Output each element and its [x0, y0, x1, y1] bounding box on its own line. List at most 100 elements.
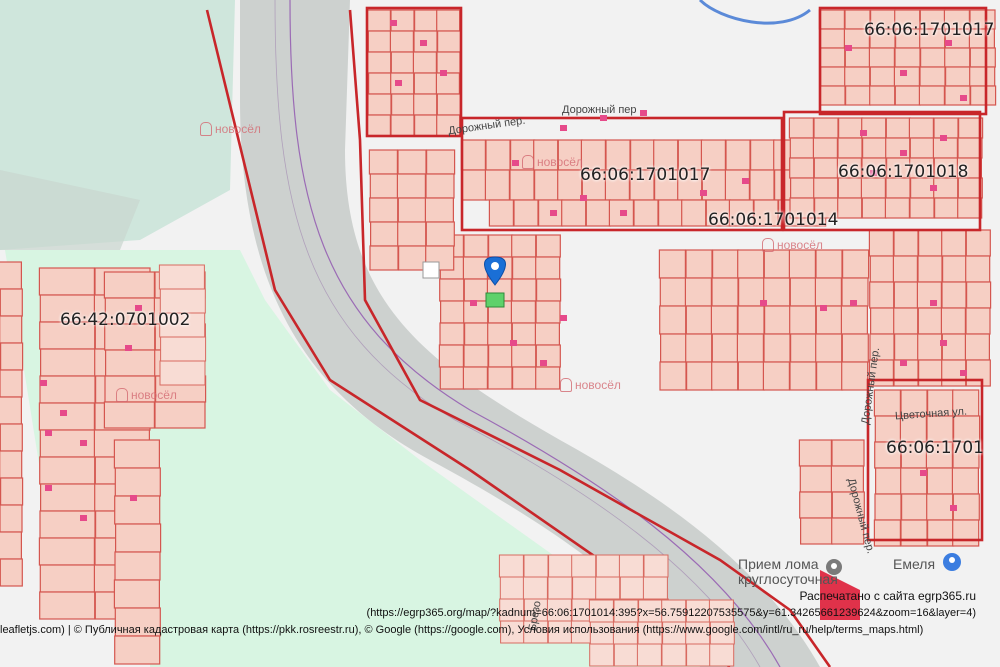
parcel[interactable] — [39, 591, 96, 620]
parcel[interactable] — [618, 554, 644, 578]
parcel[interactable] — [414, 114, 439, 137]
parcel[interactable] — [789, 333, 818, 363]
parcel[interactable] — [436, 93, 461, 116]
parcel[interactable] — [485, 139, 511, 171]
parcel[interactable] — [819, 66, 847, 87]
parcel[interactable] — [413, 72, 438, 95]
parcel[interactable] — [818, 9, 846, 30]
parcel[interactable] — [944, 47, 971, 68]
parcel[interactable] — [788, 249, 817, 279]
parcel[interactable] — [711, 361, 739, 391]
parcel[interactable] — [837, 197, 863, 219]
parcel[interactable] — [369, 173, 399, 199]
parcel[interactable] — [724, 169, 751, 201]
parcel[interactable] — [659, 333, 688, 363]
parcel[interactable] — [389, 30, 414, 53]
parcel[interactable] — [439, 366, 465, 390]
parcel[interactable] — [461, 169, 487, 201]
parcel[interactable] — [425, 173, 455, 199]
parcel[interactable] — [548, 554, 574, 578]
parcel[interactable] — [831, 439, 865, 467]
parcel[interactable] — [736, 333, 765, 363]
parcel[interactable] — [0, 531, 22, 560]
parcel[interactable] — [488, 234, 514, 258]
parcel[interactable] — [366, 9, 391, 32]
parcel[interactable] — [438, 344, 464, 368]
parcel[interactable] — [917, 307, 943, 335]
parcel[interactable] — [463, 234, 489, 258]
parcel[interactable] — [426, 149, 456, 175]
parcel[interactable] — [633, 199, 659, 227]
parcel[interactable] — [885, 117, 911, 139]
parcel[interactable] — [396, 173, 426, 199]
parcel[interactable] — [941, 255, 968, 283]
parcel[interactable] — [533, 169, 560, 201]
parcel[interactable] — [160, 336, 207, 362]
parcel[interactable] — [462, 256, 488, 280]
parcel[interactable] — [499, 576, 525, 600]
parcel[interactable] — [965, 307, 991, 335]
parcel[interactable] — [436, 51, 461, 74]
parcel[interactable] — [412, 51, 437, 74]
parcel[interactable] — [965, 255, 991, 283]
parcel[interactable] — [511, 256, 538, 280]
parcel[interactable] — [523, 554, 549, 578]
parcel[interactable] — [926, 493, 954, 521]
parcel[interactable] — [900, 519, 928, 547]
parcel[interactable] — [844, 66, 871, 87]
parcel[interactable] — [710, 305, 739, 335]
parcel[interactable] — [658, 249, 687, 279]
parcel[interactable] — [38, 537, 96, 566]
parcel[interactable] — [965, 359, 991, 387]
parcel[interactable] — [0, 261, 22, 290]
parcel[interactable] — [488, 199, 514, 227]
parcel[interactable] — [397, 221, 427, 247]
parcel[interactable] — [813, 177, 839, 199]
parcel[interactable] — [919, 47, 947, 68]
parcel[interactable] — [789, 137, 815, 159]
parcel[interactable] — [390, 72, 415, 95]
parcel[interactable] — [462, 366, 488, 390]
parcel[interactable] — [0, 450, 23, 479]
parcel[interactable] — [893, 333, 920, 361]
parcel[interactable] — [917, 333, 943, 361]
parcel[interactable] — [561, 199, 587, 227]
parcel[interactable] — [0, 342, 24, 371]
parcel[interactable] — [841, 249, 870, 279]
parcel[interactable] — [969, 66, 996, 87]
parcel[interactable] — [154, 401, 206, 429]
parcel[interactable] — [837, 117, 864, 139]
parcel[interactable] — [685, 361, 714, 391]
parcel[interactable] — [368, 149, 398, 175]
parcel[interactable] — [940, 307, 967, 335]
parcel[interactable] — [813, 157, 839, 179]
parcel[interactable] — [861, 137, 888, 159]
parcel[interactable] — [437, 30, 462, 53]
parcel[interactable] — [103, 401, 156, 429]
parcel[interactable] — [39, 564, 96, 593]
parcel[interactable] — [869, 307, 896, 335]
parcel[interactable] — [763, 249, 791, 279]
parcel[interactable] — [711, 333, 739, 363]
parcel[interactable] — [964, 333, 991, 361]
parcel[interactable] — [487, 322, 513, 346]
parcel[interactable] — [397, 149, 427, 175]
parcel[interactable] — [789, 157, 815, 179]
parcel[interactable] — [425, 221, 455, 247]
parcel[interactable] — [893, 229, 919, 257]
parcel[interactable] — [874, 467, 903, 495]
parcel[interactable] — [762, 361, 791, 391]
parcel[interactable] — [799, 465, 833, 493]
parcel[interactable] — [159, 360, 206, 386]
parcel[interactable] — [909, 137, 935, 159]
parcel[interactable] — [837, 137, 863, 159]
parcel[interactable] — [484, 169, 510, 201]
parcel[interactable] — [819, 85, 846, 106]
parcel[interactable] — [926, 467, 954, 495]
parcel[interactable] — [439, 278, 465, 302]
parcel[interactable] — [547, 576, 573, 600]
parcel[interactable] — [659, 361, 687, 391]
parcel[interactable] — [414, 9, 439, 32]
parcel[interactable] — [789, 305, 817, 335]
parcel[interactable] — [725, 139, 751, 171]
